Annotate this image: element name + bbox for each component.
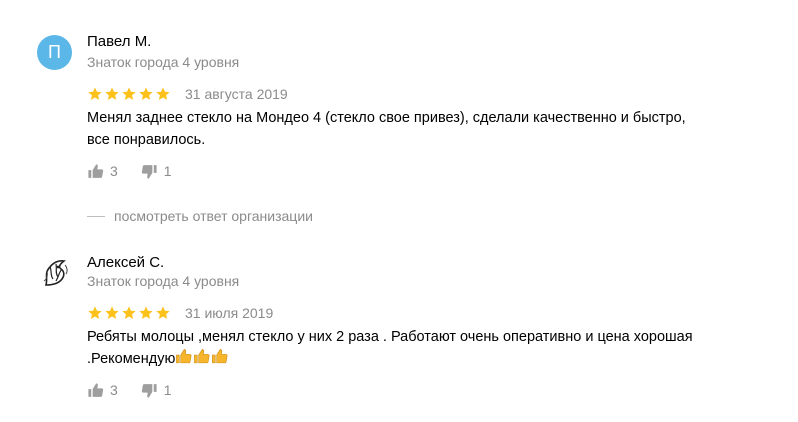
- thumbs-down-icon: [141, 164, 157, 179]
- thumbs-up-emoji-icon: [176, 349, 192, 364]
- thumbs-up-emoji-icon: [194, 349, 210, 364]
- avatar[interactable]: [37, 254, 72, 289]
- dislike-count: 1: [163, 163, 172, 179]
- like-button[interactable]: 3: [87, 163, 118, 180]
- ink-drawing-avatar-icon: [43, 259, 68, 286]
- star-icon: [122, 87, 136, 100]
- star-icon: [105, 306, 119, 319]
- dislike-button[interactable]: 1: [141, 382, 172, 399]
- star-icon: [105, 87, 119, 100]
- rating-stars: [87, 305, 171, 321]
- review-text-line-with-emoji: .Рекомендую: [87, 348, 767, 370]
- divider: [87, 215, 105, 217]
- rating-stars: [87, 86, 171, 102]
- star-icon: [156, 306, 170, 319]
- reviewer-name[interactable]: Павел М.: [87, 33, 151, 50]
- star-icon: [139, 87, 153, 100]
- org-answer-label[interactable]: посмотреть ответ организации: [114, 208, 313, 224]
- like-count: 3: [110, 382, 118, 398]
- star-icon: [122, 306, 136, 319]
- review-text-line: Ребяты молоцы ,менял стекло у них 2 раза…: [87, 329, 693, 345]
- reviewer-level: Знаток города 4 уровня: [87, 273, 240, 289]
- reviewer-level: Знаток города 4 уровня: [87, 54, 240, 70]
- thumbs-up-emoji-icon: [212, 349, 228, 364]
- review-date: 31 августа 2019: [185, 86, 288, 102]
- review-text: Менял заднее стекло на Мондео 4 (стекло …: [87, 107, 767, 151]
- star-icon: [88, 306, 102, 319]
- thumbs-down-icon: [141, 383, 157, 398]
- review-text-line: все понравилось.: [87, 132, 206, 148]
- avatar[interactable]: П: [37, 35, 72, 70]
- reviewer-name[interactable]: Алексей С.: [87, 254, 164, 271]
- rating-row: 31 августа 2019: [87, 85, 288, 103]
- star-icon: [156, 87, 170, 100]
- org-answer-link[interactable]: посмотреть ответ организации: [87, 208, 313, 224]
- review-date: 31 июля 2019: [185, 305, 274, 321]
- thumbs-up-emoji-group: [175, 348, 229, 365]
- like-count: 3: [110, 163, 118, 179]
- review-votes: 3 1: [87, 162, 172, 180]
- dislike-button[interactable]: 1: [141, 163, 172, 180]
- like-button[interactable]: 3: [87, 382, 118, 399]
- dislike-count: 1: [163, 382, 172, 398]
- review-text-line: .Рекомендую: [87, 351, 176, 367]
- review-votes: 3 1: [87, 381, 172, 399]
- thumbs-up-icon: [88, 163, 104, 178]
- star-icon: [88, 87, 102, 100]
- thumbs-up-icon: [88, 382, 104, 397]
- star-icon: [139, 306, 153, 319]
- review-text-line: Менял заднее стекло на Мондео 4 (стекло …: [87, 110, 686, 126]
- rating-row: 31 июля 2019: [87, 304, 273, 322]
- review-text: Ребяты молоцы ,менял стекло у них 2 раза…: [87, 326, 767, 370]
